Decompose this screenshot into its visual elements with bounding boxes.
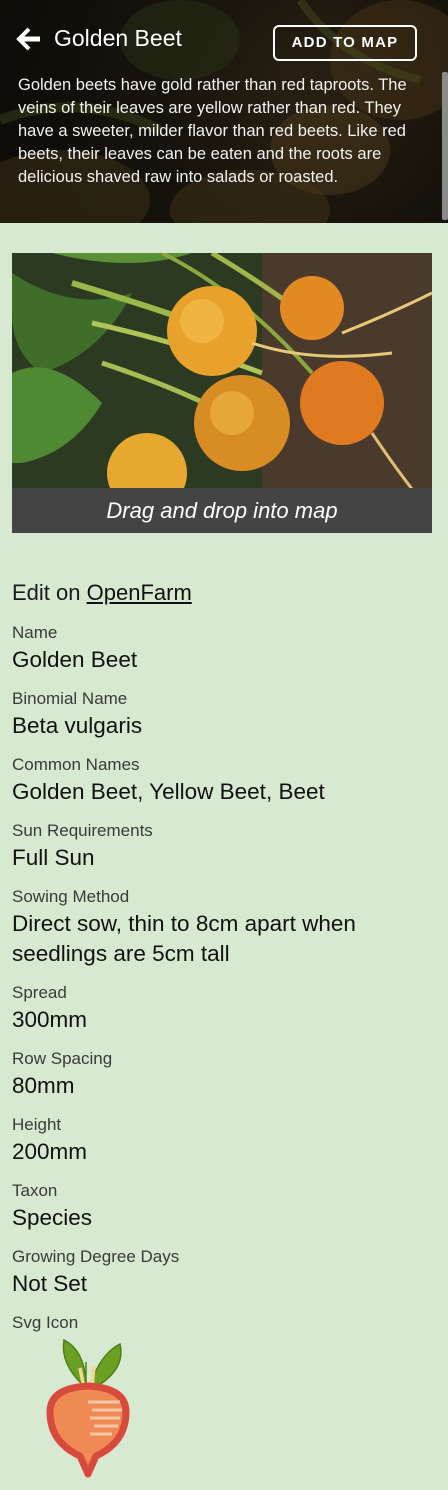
edit-prefix: Edit on (12, 580, 81, 605)
field-value: Beta vulgaris (12, 713, 143, 738)
field-label: Row Spacing (12, 1049, 113, 1068)
field-value: 300mm (12, 1007, 88, 1032)
field-growing-degree-days: Growing Degree Days Not Set (12, 1247, 436, 1299)
field-row-spacing: Row Spacing 80mm (12, 1049, 436, 1101)
plant-photo (12, 253, 432, 489)
field-value: 200mm (12, 1139, 88, 1164)
plant-header: Golden Beet ADD TO MAP Golden beets have… (0, 0, 448, 223)
field-taxon: Taxon Species (12, 1181, 436, 1233)
field-value: Full Sun (12, 845, 95, 870)
field-value: 80mm (12, 1073, 75, 1098)
field-label: Height (12, 1115, 62, 1134)
field-label: Svg Icon (12, 1313, 79, 1332)
arrow-left-icon[interactable] (16, 26, 42, 52)
field-label: Sun Requirements (12, 821, 153, 840)
field-binomial-name: Binomial Name Beta vulgaris (12, 689, 436, 741)
edit-on-openfarm: Edit on OpenFarm (12, 578, 192, 608)
field-label: Common Names (12, 755, 140, 774)
field-label: Taxon (12, 1181, 58, 1200)
field-value: Not Set (12, 1271, 88, 1296)
beet-icon (46, 1338, 130, 1478)
openfarm-link[interactable]: OpenFarm (87, 580, 192, 605)
field-name: Name Golden Beet (12, 623, 436, 675)
field-label: Spread (12, 983, 67, 1002)
scrollbar[interactable] (442, 72, 448, 220)
field-value: Direct sow, thin to 8cm apart when seedl… (12, 911, 356, 966)
field-height: Height 200mm (12, 1115, 436, 1167)
add-to-map-button[interactable]: ADD TO MAP (273, 25, 417, 61)
field-value: Species (12, 1205, 93, 1230)
field-label: Growing Degree Days (12, 1247, 180, 1266)
page-title: Golden Beet (54, 25, 182, 51)
field-label: Name (12, 623, 58, 642)
field-value: Golden Beet, Yellow Beet, Beet (12, 779, 325, 804)
field-spread: Spread 300mm (12, 983, 436, 1035)
field-sowing-method: Sowing Method Direct sow, thin to 8cm ap… (12, 887, 436, 969)
field-label: Sowing Method (12, 887, 130, 906)
plant-description: Golden beets have gold rather than red t… (18, 76, 407, 186)
field-svg-icon: Svg Icon (12, 1313, 436, 1333)
drag-caption: Drag and drop into map (12, 488, 432, 533)
field-value: Golden Beet (12, 647, 138, 672)
field-label: Binomial Name (12, 689, 128, 708)
field-sun-requirements: Sun Requirements Full Sun (12, 821, 436, 873)
field-common-names: Common Names Golden Beet, Yellow Beet, B… (12, 755, 436, 807)
